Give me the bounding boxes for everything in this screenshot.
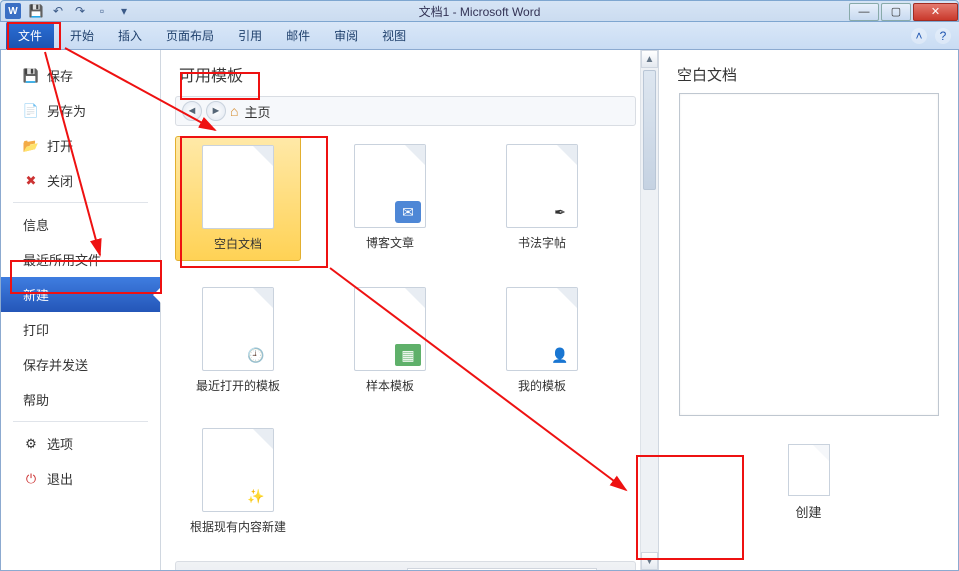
template-recent[interactable]: 🕘 最近打开的模板 — [175, 279, 301, 402]
exit-icon: ⏻ — [23, 471, 39, 487]
sidebar-item-open[interactable]: 📂 打开 — [1, 128, 160, 163]
save-as-icon: 📄 — [23, 103, 39, 119]
sidebar-label: 打开 — [47, 136, 73, 155]
blog-post-icon: ✉ — [354, 144, 426, 228]
template-label: 样本模板 — [366, 377, 414, 394]
template-label: 书法字帖 — [518, 234, 566, 251]
minimize-button[interactable]: — — [849, 3, 879, 21]
qat-dropdown-icon[interactable]: ▾ — [116, 3, 132, 19]
help-icon[interactable]: ? — [935, 28, 951, 44]
backstage-main: 可用模板 ◄ ► ⌂ 主页 空白文档 ✉ 博客文章 ✒ 书法字帖 — [161, 50, 958, 570]
tab-review[interactable]: 审阅 — [322, 22, 370, 49]
sidebar-label: 帮助 — [23, 390, 49, 409]
sidebar-item-new[interactable]: 新建 — [1, 277, 160, 312]
qat-save-icon[interactable]: 💾 — [28, 3, 44, 19]
tab-page-layout[interactable]: 页面布局 — [154, 22, 226, 49]
close-icon: ✖ — [23, 173, 39, 189]
sidebar-item-save-as[interactable]: 📄 另存为 — [1, 93, 160, 128]
breadcrumb[interactable]: 主页 — [244, 102, 270, 121]
nav-back-button[interactable]: ◄ — [182, 101, 202, 121]
office-templates-header: Office.com 模板 在 Office.com 上搜索模板 → — [175, 561, 636, 570]
sidebar-item-save[interactable]: 💾 保存 — [1, 58, 160, 93]
sidebar-label: 打印 — [23, 320, 49, 339]
home-icon[interactable]: ⌂ — [230, 103, 238, 119]
templates-panel: 可用模板 ◄ ► ⌂ 主页 空白文档 ✉ 博客文章 ✒ 书法字帖 — [161, 50, 640, 570]
template-label: 根据现有内容新建 — [190, 518, 286, 535]
template-label: 博客文章 — [366, 234, 414, 251]
tab-home[interactable]: 开始 — [58, 22, 106, 49]
search-go-button[interactable]: → — [605, 570, 627, 571]
vertical-scrollbar[interactable]: ▲ ▼ — [640, 50, 658, 570]
templates-grid: 空白文档 ✉ 博客文章 ✒ 书法字帖 🕘 最近打开的模板 ▦ 样本模板 — [175, 136, 636, 543]
create-icon — [788, 444, 830, 496]
divider — [13, 202, 148, 203]
sidebar-label: 信息 — [23, 215, 49, 234]
word-app-icon: W — [5, 3, 21, 19]
sidebar-label: 新建 — [23, 285, 49, 304]
save-icon: 💾 — [23, 68, 39, 84]
close-window-button[interactable]: ✕ — [913, 3, 958, 21]
sidebar-item-exit[interactable]: ⏻ 退出 — [1, 461, 160, 496]
sidebar-label: 保存并发送 — [23, 355, 88, 374]
title-bar: W 💾 ↶ ↷ ▫ ▾ 文档1 - Microsoft Word — ▢ ✕ — [0, 0, 959, 22]
tab-mailings[interactable]: 邮件 — [274, 22, 322, 49]
sample-templates-icon: ▦ — [354, 287, 426, 371]
template-calligraphy[interactable]: ✒ 书法字帖 — [479, 136, 605, 261]
my-templates-icon: 👤 — [506, 287, 578, 371]
create-label: 创建 — [795, 502, 821, 521]
sidebar-label: 选项 — [47, 434, 73, 453]
preview-page — [679, 93, 939, 416]
backstage-sidebar: 💾 保存 📄 另存为 📂 打开 ✖ 关闭 信息 最近所用文件 新建 打印 保存并发送 帮… — [1, 50, 161, 570]
blank-document-icon — [202, 145, 274, 229]
sidebar-label: 保存 — [47, 66, 73, 85]
tab-file[interactable]: 文件 — [6, 22, 54, 49]
open-icon: 📂 — [23, 138, 39, 154]
window-title: 文档1 - Microsoft Word — [419, 3, 541, 20]
scrollbar-thumb[interactable] — [643, 70, 656, 190]
qat-redo-icon[interactable]: ↷ — [72, 3, 88, 19]
template-label: 最近打开的模板 — [196, 377, 280, 394]
sidebar-item-save-send[interactable]: 保存并发送 — [1, 347, 160, 382]
search-office-templates-input[interactable]: 在 Office.com 上搜索模板 — [407, 568, 597, 570]
sidebar-item-recent[interactable]: 最近所用文件 — [1, 242, 160, 277]
maximize-button[interactable]: ▢ — [881, 3, 911, 21]
sidebar-label: 最近所用文件 — [23, 250, 101, 269]
template-sample[interactable]: ▦ 样本模板 — [327, 279, 453, 402]
template-from-existing[interactable]: ✨ 根据现有内容新建 — [175, 420, 301, 543]
templates-header: 可用模板 — [175, 60, 636, 88]
ribbon-tabs: 文件 开始 插入 页面布局 引用 邮件 审阅 视图 ˄ ? — [0, 22, 959, 50]
calligraphy-icon: ✒ — [506, 144, 578, 228]
sidebar-item-close[interactable]: ✖ 关闭 — [1, 163, 160, 198]
sidebar-label: 另存为 — [47, 101, 86, 120]
template-my-templates[interactable]: 👤 我的模板 — [479, 279, 605, 402]
template-label: 空白文档 — [214, 235, 262, 252]
scroll-down-button[interactable]: ▼ — [641, 552, 658, 570]
tab-references[interactable]: 引用 — [226, 22, 274, 49]
options-icon: ⚙ — [23, 436, 39, 452]
preview-title: 空白文档 — [677, 64, 737, 85]
nav-forward-button[interactable]: ► — [206, 101, 226, 121]
divider — [13, 421, 148, 422]
tab-insert[interactable]: 插入 — [106, 22, 154, 49]
sidebar-item-options[interactable]: ⚙ 选项 — [1, 426, 160, 461]
sidebar-item-help[interactable]: 帮助 — [1, 382, 160, 417]
sidebar-item-info[interactable]: 信息 — [1, 207, 160, 242]
recent-templates-icon: 🕘 — [202, 287, 274, 371]
template-blog-post[interactable]: ✉ 博客文章 — [327, 136, 453, 261]
scroll-up-button[interactable]: ▲ — [641, 50, 658, 68]
sidebar-label: 退出 — [47, 469, 73, 488]
backstage-view: 💾 保存 📄 另存为 📂 打开 ✖ 关闭 信息 最近所用文件 新建 打印 保存并发送 帮… — [0, 50, 959, 571]
qat-undo-icon[interactable]: ↶ — [50, 3, 66, 19]
qat-new-icon[interactable]: ▫ — [94, 3, 110, 19]
template-label: 我的模板 — [518, 377, 566, 394]
from-existing-icon: ✨ — [202, 428, 274, 512]
create-button[interactable]: 创建 — [762, 438, 856, 527]
sidebar-item-print[interactable]: 打印 — [1, 312, 160, 347]
preview-panel: 空白文档 创建 — [658, 50, 958, 570]
template-blank-document[interactable]: 空白文档 — [175, 136, 301, 261]
templates-nav: ◄ ► ⌂ 主页 — [175, 96, 636, 126]
ribbon-minimize-icon[interactable]: ˄ — [911, 28, 927, 44]
sidebar-label: 关闭 — [47, 171, 73, 190]
tab-view[interactable]: 视图 — [370, 22, 418, 49]
